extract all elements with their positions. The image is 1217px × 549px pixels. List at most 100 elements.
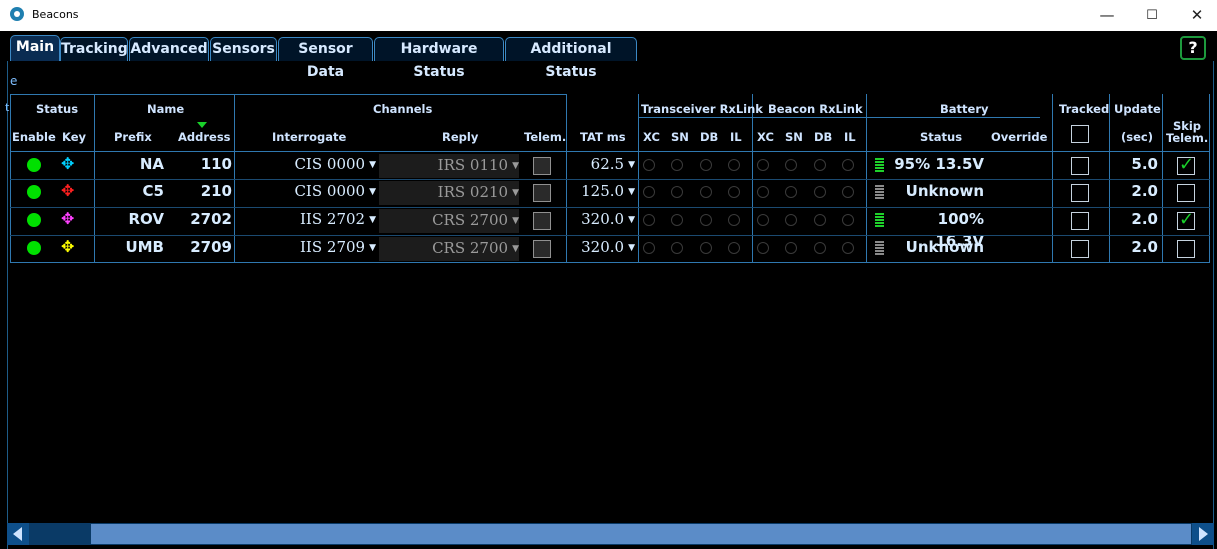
interrogate-dropdown[interactable]: IIS 2709 ▼	[236, 236, 376, 259]
prefix-cell: ROV	[128, 210, 164, 228]
sort-descending-icon	[197, 122, 207, 128]
telem-checkbox[interactable]	[533, 212, 551, 230]
skip-telem-checkbox[interactable]	[1177, 240, 1195, 258]
interrogate-dropdown[interactable]: CIS 0000 ▼	[236, 153, 376, 176]
rxlink-indicator	[842, 186, 854, 198]
rxlink-indicator	[757, 242, 769, 254]
close-button[interactable]: ✕	[1177, 0, 1217, 31]
tracked-all-checkbox[interactable]	[1071, 125, 1089, 143]
header-db: DB	[814, 130, 833, 144]
header-reply[interactable]: Reply	[442, 130, 478, 144]
rxlink-indicator	[700, 214, 712, 226]
header-telem[interactable]: Telem.	[524, 130, 566, 144]
chevron-down-icon: ▼	[369, 215, 376, 225]
maximize-button[interactable]: ☐	[1132, 0, 1172, 31]
tab-sensor-data[interactable]: Sensor Data	[278, 37, 373, 80]
tracked-checkbox[interactable]	[1071, 157, 1089, 175]
tab-hardware-status[interactable]: Hardware Status	[374, 37, 504, 80]
tab-advanced[interactable]: Advanced	[129, 37, 209, 61]
header-tat[interactable]: TAT ms	[580, 130, 626, 144]
update-cell[interactable]: 2.0	[1111, 208, 1158, 230]
rxlink-indicator	[728, 159, 740, 171]
tracked-checkbox[interactable]	[1071, 240, 1089, 258]
interrogate-dropdown[interactable]: CIS 0000 ▼	[236, 180, 376, 203]
rxlink-indicator	[671, 214, 683, 226]
rxlink-indicator	[842, 159, 854, 171]
reply-value: CRS 2700	[432, 211, 509, 229]
header-db: DB	[700, 130, 719, 144]
key-move-icon[interactable]: ✥	[61, 154, 74, 173]
rxlink-indicator	[700, 242, 712, 254]
chevron-down-icon: ▼	[628, 160, 635, 170]
tab-bar: Main Tracking Advanced Sensors Sensor Da…	[0, 31, 1217, 80]
skip-telem-checkbox[interactable]	[1177, 184, 1195, 202]
telem-checkbox[interactable]	[533, 240, 551, 258]
key-move-icon[interactable]: ✥	[61, 237, 74, 256]
header-interrogate[interactable]: Interrogate	[272, 130, 346, 144]
reply-dropdown[interactable]: IRS 0110 ▼	[379, 154, 519, 178]
tat-dropdown[interactable]: 62.5 ▼	[568, 153, 635, 176]
reply-dropdown[interactable]: CRS 2700 ▼	[379, 237, 519, 261]
reply-dropdown[interactable]: IRS 0210 ▼	[379, 181, 519, 205]
rxlink-indicator	[814, 242, 826, 254]
enable-led[interactable]	[27, 185, 41, 199]
telem-checkbox[interactable]	[533, 184, 551, 202]
skip-telem-checkbox[interactable]: ✓	[1177, 209, 1195, 230]
address-cell: 110	[200, 155, 232, 173]
tab-main[interactable]: Main	[10, 35, 60, 61]
tracked-checkbox[interactable]	[1071, 184, 1089, 202]
arrow-right-icon	[1199, 527, 1208, 541]
minimize-button[interactable]: —	[1087, 0, 1127, 31]
update-cell[interactable]: 2.0	[1111, 236, 1158, 258]
header-il: IL	[844, 130, 856, 144]
rxlink-indicator	[700, 159, 712, 171]
key-move-icon[interactable]: ✥	[61, 209, 74, 228]
tab-sensors[interactable]: Sensors	[210, 37, 277, 61]
prefix-cell: NA	[139, 155, 164, 173]
tat-dropdown[interactable]: 320.0 ▼	[568, 236, 635, 259]
header-override: Override	[991, 130, 1048, 144]
horizontal-scrollbar[interactable]	[7, 523, 1214, 545]
interrogate-value: IIS 2702	[300, 210, 366, 228]
skip-telem-checkbox[interactable]: ✓	[1177, 154, 1195, 175]
header-key[interactable]: Key	[62, 130, 86, 144]
enable-led[interactable]	[27, 241, 41, 255]
chevron-down-icon: ▼	[369, 160, 376, 170]
enable-led[interactable]	[27, 158, 41, 172]
tracked-checkbox[interactable]	[1071, 212, 1089, 230]
rxlink-indicator	[671, 159, 683, 171]
update-cell[interactable]: 5.0	[1111, 153, 1158, 175]
tab-tracking[interactable]: Tracking	[60, 37, 128, 61]
address-cell: 210	[200, 182, 232, 200]
help-button[interactable]: ?	[1180, 36, 1206, 60]
header-sn: SN	[671, 130, 689, 144]
rxlink-indicator	[728, 186, 740, 198]
telem-checkbox[interactable]	[533, 157, 551, 175]
reply-dropdown[interactable]: CRS 2700 ▼	[379, 209, 519, 233]
header-enable[interactable]: Enable	[12, 130, 56, 144]
tat-dropdown[interactable]: 125.0 ▼	[568, 180, 635, 203]
chevron-down-icon: ▼	[369, 243, 376, 253]
scroll-right-button[interactable]	[1192, 523, 1214, 545]
scroll-thumb[interactable]	[91, 524, 1191, 544]
rxlink-indicator	[814, 186, 826, 198]
rxlink-indicator	[728, 214, 740, 226]
rxlink-indicator	[700, 186, 712, 198]
tab-additional-status[interactable]: Additional Status	[505, 37, 637, 80]
rxlink-indicator	[643, 186, 655, 198]
tat-dropdown[interactable]: 320.0 ▼	[568, 208, 635, 231]
header-prefix[interactable]: Prefix	[114, 130, 152, 144]
rxlink-indicator	[757, 214, 769, 226]
battery-icon	[875, 241, 884, 255]
reply-value: IRS 0110	[437, 156, 509, 174]
header-beacon-rxlink: Beacon RxLink	[768, 102, 863, 116]
rxlink-indicator	[785, 159, 797, 171]
key-move-icon[interactable]: ✥	[61, 181, 74, 200]
update-cell[interactable]: 2.0	[1111, 180, 1158, 202]
enable-led[interactable]	[27, 213, 41, 227]
scroll-left-button[interactable]	[7, 523, 29, 545]
header-address[interactable]: Address	[178, 130, 231, 144]
address-cell: 2702	[190, 210, 232, 228]
interrogate-dropdown[interactable]: IIS 2702 ▼	[236, 208, 376, 231]
clipped-label: t	[5, 101, 10, 114]
